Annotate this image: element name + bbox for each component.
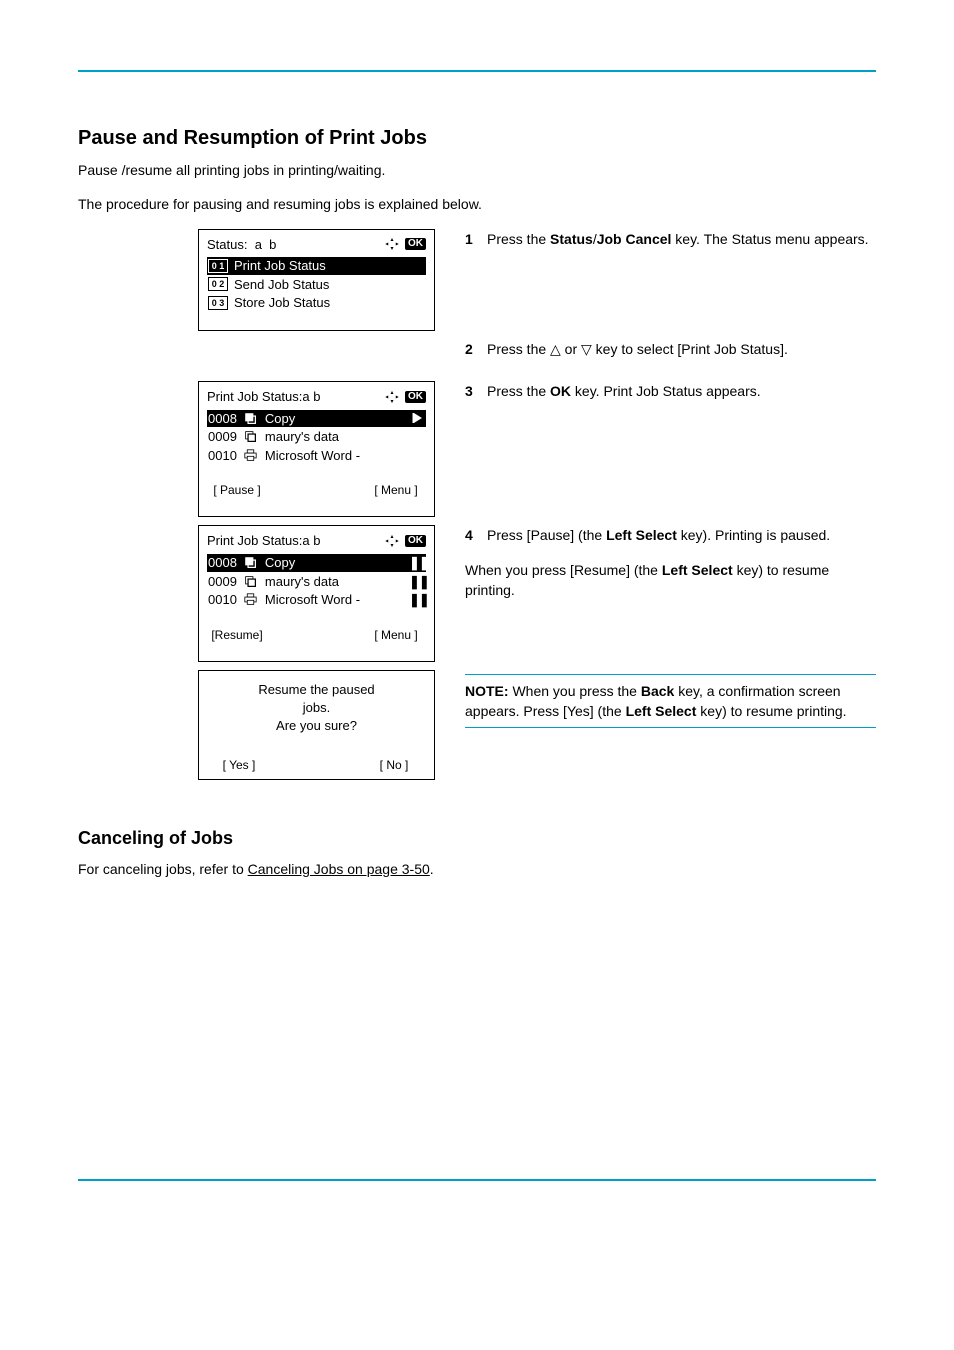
step4-text-b: When you press [Resume] (the Left Select… xyxy=(465,560,876,601)
lcd-status-menu: Status: a b OK 0 1 Print Job Status 0 2 … xyxy=(198,229,435,331)
copy-icon xyxy=(243,412,259,425)
step-1-block: Status: a b OK 0 1 Print Job Status 0 2 … xyxy=(78,229,876,331)
pause-icon: ❚❚ xyxy=(409,591,425,609)
nav-ok-icon: OK xyxy=(383,390,426,404)
section-title: Pause and Resumption of Print Jobs xyxy=(78,127,876,150)
confirm-line-3: Are you sure? xyxy=(209,717,424,735)
lcd1-line-1: 0 1 Print Job Status xyxy=(207,257,426,275)
softkey-yes: [ Yes ] xyxy=(209,757,269,774)
lcd4-line-1: 0008 Copy ❚❚ xyxy=(207,554,426,572)
step2-text: 2Press the △ or ▽ key to select [Print J… xyxy=(465,339,876,359)
intro-text-1: Pause /resume all printing jobs in print… xyxy=(78,160,876,180)
softkey-pause: [ Pause ] xyxy=(207,482,267,498)
step4-text-a: 4Press [Pause] (the Left Select key). Pr… xyxy=(465,525,876,545)
printer-icon xyxy=(243,449,259,462)
lcd4-line-2: 0009 maury's data ❚❚ xyxy=(207,573,426,591)
lcd4-line-3: 0010 Microsoft Word - ❚❚ xyxy=(207,591,426,609)
printer-icon xyxy=(243,593,259,606)
lcd-confirm-resume: Resume the paused jobs. Are you sure? [ … xyxy=(198,670,435,780)
lcd3-title: Print Job Status:a b xyxy=(207,388,320,406)
softkey-menu: [ Menu ] xyxy=(366,627,426,643)
bottom-rule xyxy=(78,1179,876,1181)
softkey-no: [ No ] xyxy=(364,757,424,774)
lcd1-line-2: 0 2 Send Job Status xyxy=(207,276,426,294)
lcd3-line-3: 0010 Microsoft Word - xyxy=(207,447,426,465)
lcd3-line-2: 0009 maury's data xyxy=(207,428,426,446)
confirm-line-1: Resume the paused xyxy=(209,681,424,699)
top-rule xyxy=(78,70,876,72)
lcd3-line-1: 0008 Copy xyxy=(207,410,426,428)
step-3-block: Print Job Status:a b OK 0008 Copy 0009 m… xyxy=(78,381,876,517)
lcd1-title: Status: a b xyxy=(207,236,276,254)
step-4-block: Print Job Status:a b OK 0008 Copy ❚❚ 000… xyxy=(78,525,876,661)
step3-text: 3Press the OK key. Print Job Status appe… xyxy=(465,381,876,401)
cancel-section-title: Canceling of Jobs xyxy=(78,828,876,849)
pause-icon: ❚❚ xyxy=(409,554,425,572)
lcd-print-status-running: Print Job Status:a b OK 0008 Copy 0009 m… xyxy=(198,381,435,517)
note-box: NOTE: When you press the Back key, a con… xyxy=(465,674,876,729)
cancel-text: For canceling jobs, refer to Canceling J… xyxy=(78,859,876,879)
canceling-jobs-link[interactable]: Canceling Jobs on page 3-50 xyxy=(248,861,430,877)
step1-text: 1Press the Status/Job Cancel key. The St… xyxy=(465,229,876,249)
nav-ok-icon: OK xyxy=(383,534,426,548)
note-block: Resume the paused jobs. Are you sure? [ … xyxy=(78,670,876,780)
softkey-menu: [ Menu ] xyxy=(366,482,426,498)
copy-icon xyxy=(243,430,259,443)
play-icon xyxy=(409,410,425,428)
intro-text-2: The procedure for pausing and resuming j… xyxy=(78,194,876,214)
copy-icon xyxy=(243,575,259,588)
nav-ok-icon: OK xyxy=(383,237,426,251)
pause-icon: ❚❚ xyxy=(409,573,425,591)
lcd1-line-3: 0 3 Store Job Status xyxy=(207,294,426,312)
lcd-print-status-paused: Print Job Status:a b OK 0008 Copy ❚❚ 000… xyxy=(198,525,435,661)
note-label: NOTE: xyxy=(465,683,509,699)
step-2-block: 2Press the △ or ▽ key to select [Print J… xyxy=(78,339,876,373)
softkey-resume: [Resume] xyxy=(207,627,267,643)
copy-icon xyxy=(243,556,259,569)
lcd4-title: Print Job Status:a b xyxy=(207,532,320,550)
confirm-line-2: jobs. xyxy=(209,699,424,717)
